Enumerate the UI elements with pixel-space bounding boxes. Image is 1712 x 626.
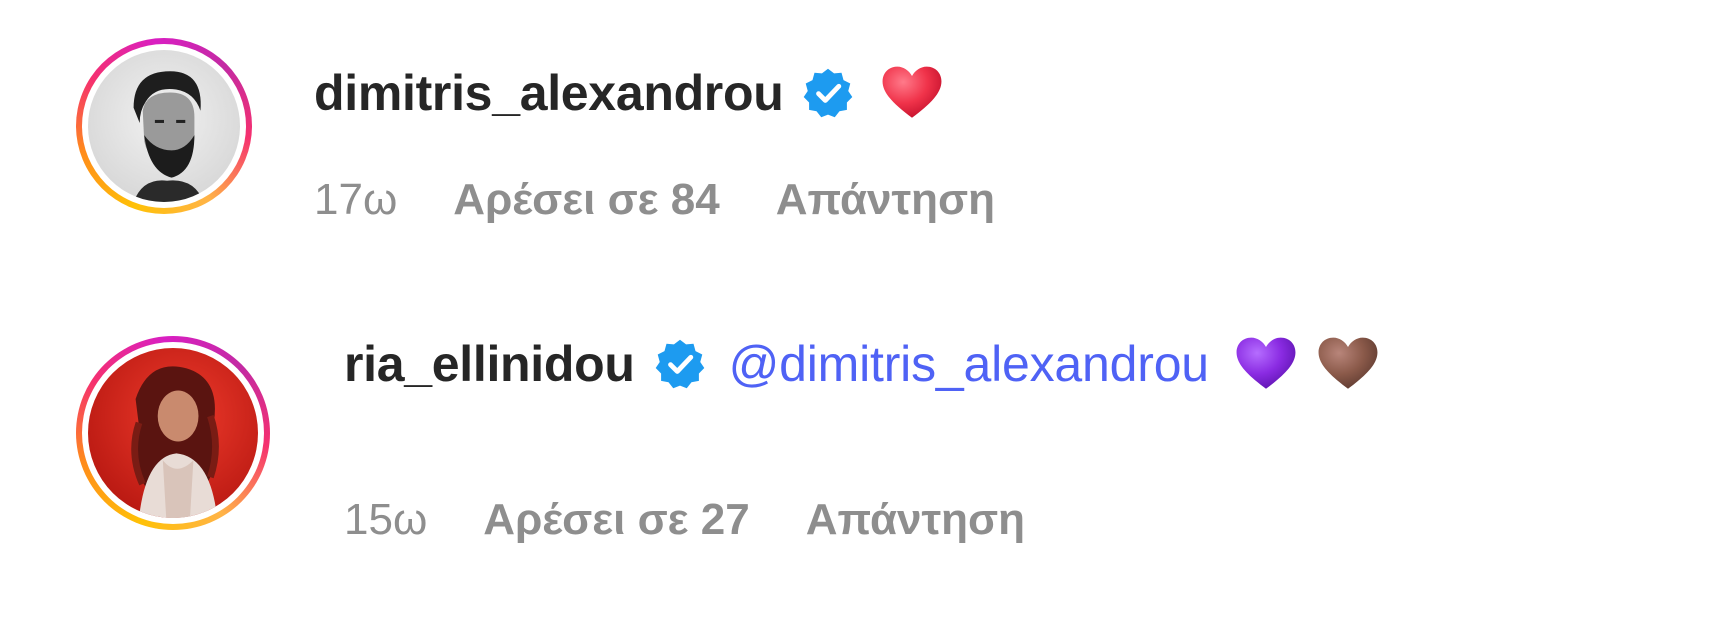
likes-count[interactable]: Αρέσει σε 84	[453, 175, 719, 225]
comment-header: dimitris_alexandrou	[314, 55, 943, 131]
avatar-gap	[82, 44, 246, 208]
purple-heart-icon	[1236, 337, 1296, 389]
verified-badge-icon	[804, 68, 853, 118]
comment-item: ria_ellinidou @dimitris_alexandrou 15ω Α…	[0, 300, 1712, 560]
username-link[interactable]: dimitris_alexandrou	[314, 64, 784, 122]
likes-count[interactable]: Αρέσει σε 27	[483, 495, 749, 545]
verified-badge-icon	[655, 339, 704, 389]
mention-link[interactable]: @dimitris_alexandrou	[729, 335, 1210, 393]
comment-header: ria_ellinidou @dimitris_alexandrou	[344, 324, 1379, 404]
comment-item: dimitris_alexandrou 17ω Αρέσει σε 84 Απά…	[0, 0, 1712, 260]
comment-timestamp[interactable]: 17ω	[314, 175, 397, 225]
avatar[interactable]	[88, 50, 240, 202]
avatar-story-ring[interactable]	[76, 336, 270, 530]
comment-meta: 17ω Αρέσει σε 84 Απάντηση	[314, 170, 995, 230]
avatar[interactable]	[88, 348, 258, 518]
red-heart-icon	[883, 66, 942, 118]
avatar-gap	[82, 342, 264, 524]
username-link[interactable]: ria_ellinidou	[344, 335, 635, 393]
comment-timestamp[interactable]: 15ω	[344, 495, 427, 545]
reply-button[interactable]: Απάντηση	[776, 175, 995, 225]
avatar-story-ring[interactable]	[76, 38, 252, 214]
comment-meta: 15ω Αρέσει σε 27 Απάντηση	[344, 490, 1025, 550]
reply-button[interactable]: Απάντηση	[806, 495, 1025, 545]
brown-heart-icon	[1318, 337, 1378, 389]
